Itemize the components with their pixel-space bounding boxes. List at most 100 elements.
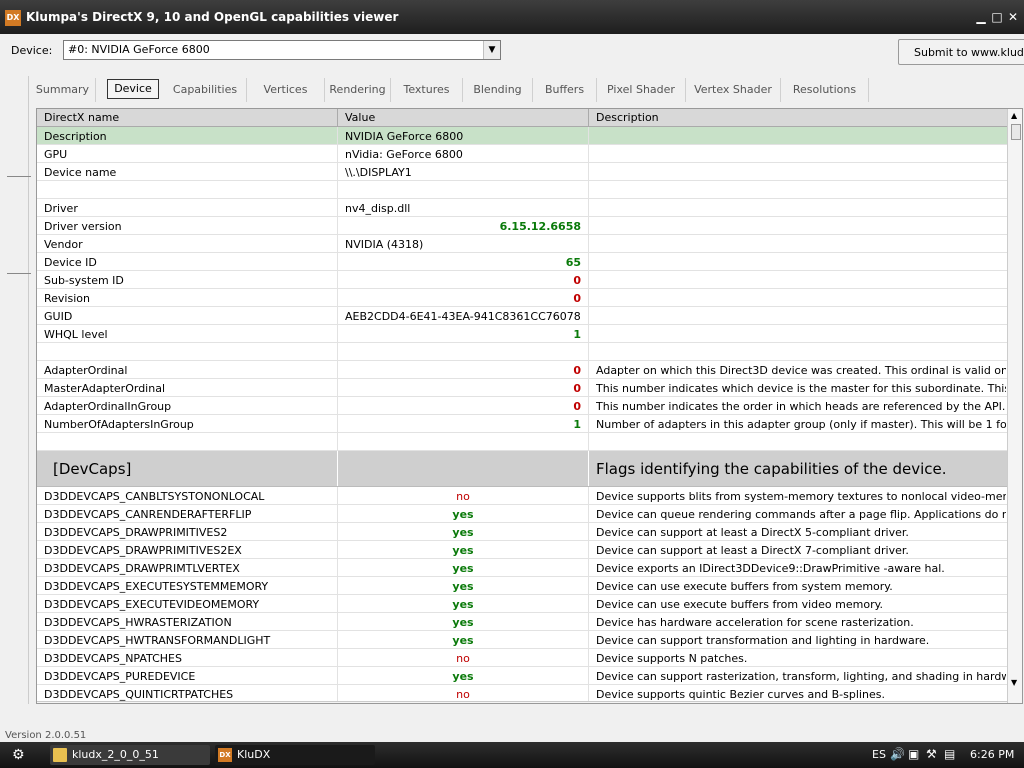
table-row[interactable]: D3DDEVCAPS_CANBLTSYSTONONLOCAL no Device s… [37,487,1007,505]
chevron-down-icon[interactable]: ▼ [483,41,500,59]
table-row[interactable]: D3DDEVCAPS_NPATCHES no Device supports N p… [37,649,1007,667]
tab-summary[interactable]: Summary [30,78,96,102]
column-header-name[interactable]: DirectX name [44,111,119,124]
close-icon[interactable]: ✕ [1006,10,1020,24]
taskbar-item-kludx-folder[interactable]: kludx_2_0_0_51 [50,745,210,765]
table-row[interactable]: D3DDEVCAPS_HWTRANSFORMANDLIGHT yes Device … [37,631,1007,649]
horizontal-scrollbar[interactable]: ◀ ▶ [37,701,1007,704]
scroll-left-icon[interactable]: ◀ [40,703,46,704]
scroll-down-icon[interactable]: ▼ [1011,678,1017,687]
table-row[interactable]: D3DDEVCAPS_DRAWPRIMITIVES2EX yes Device ca… [37,541,1007,559]
table-row[interactable]: Device ID 65 [37,253,1007,271]
vertical-scrollbar[interactable]: ▲ ▼ [1007,109,1022,703]
table-row[interactable]: D3DDEVCAPS_DRAWPRIMTLVERTEX yes Device exp… [37,559,1007,577]
column-divider [588,325,589,342]
row-name: Vendor [44,238,83,251]
section-header-row[interactable]: [DevCaps] Flags identifying the capabilit… [37,451,1007,487]
tray-icon[interactable]: ⚒ [926,747,940,761]
taskbar-item-kludx[interactable]: DX KluDX [215,745,375,765]
network-icon[interactable]: ▣ [908,747,922,761]
table-row[interactable]: GUID AEB2CDD4-6E41-43EA-941C8361CC760781 [37,307,1007,325]
table-row[interactable]: D3DDEVCAPS_EXECUTEVIDEOMEMORY yes Device c… [37,595,1007,613]
table-row[interactable]: D3DDEVCAPS_CANRENDERAFTERFLIP yes Device c… [37,505,1007,523]
column-divider [337,253,338,270]
column-divider [337,163,338,180]
column-divider [337,325,338,342]
column-divider[interactable] [337,109,338,126]
row-value: no [456,688,470,701]
table-row[interactable]: Device name \\.\DISPLAY1 [37,163,1007,181]
column-divider [588,451,589,486]
table-row[interactable] [37,343,1007,361]
language-indicator[interactable]: ES [872,748,886,761]
row-value: 0 [573,382,581,395]
column-divider [337,145,338,162]
row-description: Device can use execute buffers from vide… [596,598,884,611]
window-title: Klumpa's DirectX 9, 10 and OpenGL capabi… [26,10,399,24]
tab-vertices[interactable]: Vertices [247,78,325,102]
row-value: AEB2CDD4-6E41-43EA-941C8361CC760781 [345,310,581,323]
table-row[interactable]: AdapterOrdinal 0 Adapter on which this Dir… [37,361,1007,379]
scroll-right-icon[interactable]: ▶ [998,703,1004,704]
tab-resolutions[interactable]: Resolutions [781,78,869,102]
tab-blending[interactable]: Blending [463,78,533,102]
tab-textures[interactable]: Textures [391,78,463,102]
column-divider [588,271,589,288]
table-row[interactable]: Revision 0 [37,289,1007,307]
column-divider [337,199,338,216]
submit-button[interactable]: Submit to www.kludx.c [898,39,1024,65]
tab-rendering[interactable]: Rendering [325,78,391,102]
row-value: nVidia: GeForce 6800 [345,148,463,161]
column-divider [337,577,338,594]
table-row[interactable]: Description NVIDIA GeForce 6800 [37,127,1007,145]
scroll-thumb[interactable] [1011,124,1021,140]
table-row[interactable]: D3DDEVCAPS_EXECUTESYSTEMMEMORY yes Device … [37,577,1007,595]
table-row[interactable]: GPU nVidia: GeForce 6800 [37,145,1007,163]
row-name: MasterAdapterOrdinal [44,382,165,395]
table-row[interactable]: MasterAdapterOrdinal 0 This number indicat… [37,379,1007,397]
table-row[interactable] [37,181,1007,199]
table-row[interactable]: Sub-system ID 0 [37,271,1007,289]
column-divider [337,523,338,540]
tab-pixel-shader[interactable]: Pixel Shader [597,78,686,102]
table-row[interactable]: Driver version 6.15.12.6658 [37,217,1007,235]
tab-device[interactable]: Device [107,79,159,99]
table-row[interactable]: NumberOfAdaptersInGroup 1 Number of adapte… [37,415,1007,433]
column-divider [337,631,338,648]
display-icon[interactable]: ▤ [944,747,958,761]
column-divider [337,271,338,288]
table-row[interactable] [37,433,1007,451]
table-row[interactable]: D3DDEVCAPS_DRAWPRIMITIVES2 yes Device can … [37,523,1007,541]
table-row[interactable]: Vendor NVIDIA (4318) [37,235,1007,253]
column-divider [588,631,589,648]
row-description: Device has hardware acceleration for sce… [596,616,914,629]
table-row[interactable]: Driver nv4_disp.dll [37,199,1007,217]
table-row[interactable]: AdapterOrdinalInGroup 0 This number indica… [37,397,1007,415]
tab-vertex-shader[interactable]: Vertex Shader [686,78,781,102]
tab-buffers[interactable]: Buffers [533,78,597,102]
column-divider [337,289,338,306]
device-select[interactable]: #0: NVIDIA GeForce 6800 ▼ [63,40,501,60]
caps-grid: DirectX name Value Description Descripti… [36,108,1023,704]
column-divider [588,163,589,180]
tab-capabilities[interactable]: Capabilities [164,78,247,102]
scroll-up-icon[interactable]: ▲ [1011,111,1017,120]
table-row[interactable]: WHQL level 1 [37,325,1007,343]
column-divider [588,487,589,504]
row-value: yes [452,562,474,575]
column-header-value[interactable]: Value [345,111,375,124]
column-divider [588,343,589,360]
row-name: [DevCaps] [53,460,132,478]
minimize-icon[interactable]: ▁ [974,10,988,24]
table-row[interactable]: D3DDEVCAPS_HWRASTERIZATION yes Device has … [37,613,1007,631]
start-icon[interactable]: ⚙ [12,747,25,763]
table-row[interactable]: D3DDEVCAPS_PUREDEVICE yes Device can suppo… [37,667,1007,685]
maximize-icon[interactable]: □ [990,10,1004,24]
column-divider [588,577,589,594]
row-value: yes [452,508,474,521]
column-divider[interactable] [588,109,589,126]
row-name: WHQL level [44,328,108,341]
column-header-description[interactable]: Description [596,111,659,124]
row-value: nv4_disp.dll [345,202,411,215]
volume-icon[interactable]: 🔊 [890,747,905,761]
